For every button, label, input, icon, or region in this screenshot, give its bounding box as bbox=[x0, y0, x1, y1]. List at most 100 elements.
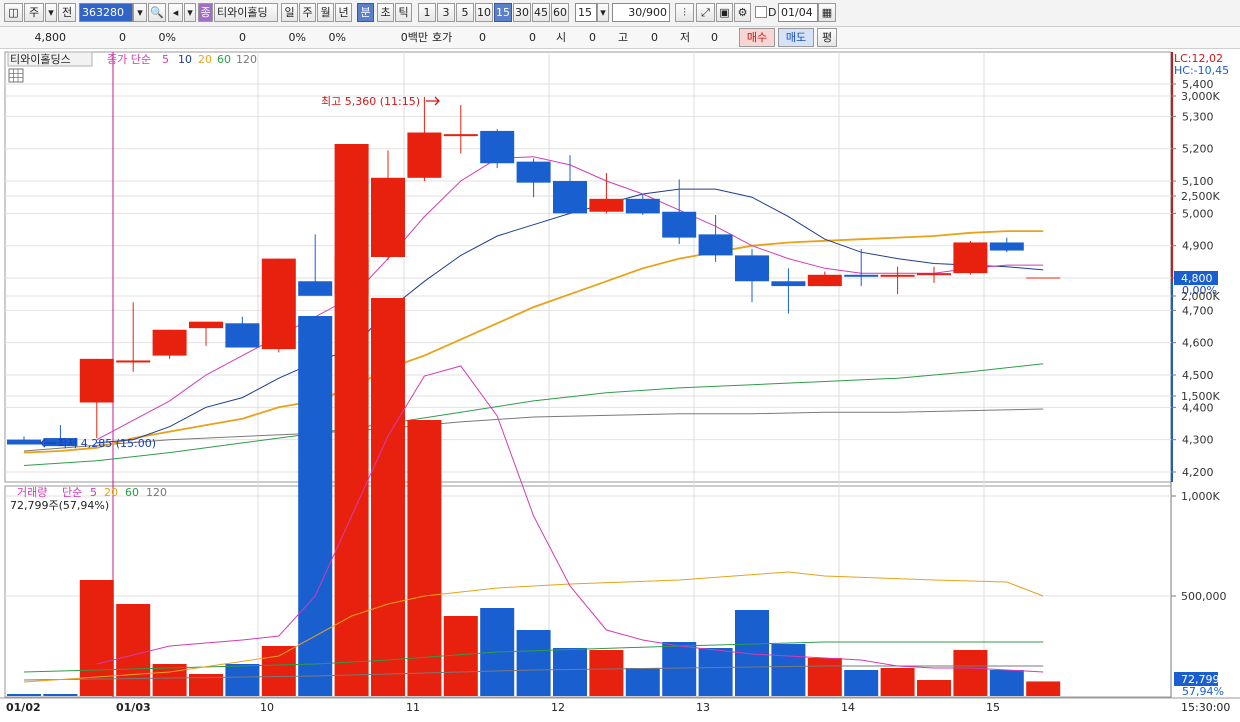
quote-change: 0 bbox=[119, 31, 126, 44]
quote-volume: 0백만 bbox=[400, 31, 428, 44]
candle-body bbox=[516, 161, 551, 183]
volume-bar bbox=[298, 316, 333, 696]
period-button-5[interactable]: 초 bbox=[377, 3, 394, 22]
period-button-4[interactable]: 분 bbox=[357, 3, 374, 22]
candle-body bbox=[953, 242, 988, 274]
interval-button-1[interactable]: 3 bbox=[437, 3, 455, 22]
volume-legend-series: 단순 bbox=[62, 486, 82, 499]
candle-body bbox=[443, 134, 478, 137]
chart-type-select[interactable]: 주 bbox=[24, 3, 44, 22]
candle-body bbox=[625, 198, 660, 214]
volume-info: 72,799주(57,94%) bbox=[10, 499, 109, 512]
hoga-value-1: 0 bbox=[479, 31, 486, 44]
sell-button[interactable]: 매도 bbox=[778, 28, 814, 47]
volume-bar bbox=[880, 668, 915, 696]
high-label: 고 bbox=[618, 31, 629, 44]
chart-layout-icon[interactable]: ◫ bbox=[4, 3, 23, 22]
volume-bar bbox=[917, 680, 951, 696]
crosshair-icon[interactable]: ⤢ bbox=[696, 3, 715, 22]
stock-chart[interactable]: 5,4005,3005,2005,1005,0004,9004,7004,600… bbox=[0, 49, 1240, 719]
legend-vma60: 60 bbox=[125, 486, 139, 499]
candle-body bbox=[261, 258, 296, 350]
volume-axis-label: 2,500K bbox=[1181, 190, 1220, 203]
price-axis-label: 4,200 bbox=[1182, 466, 1214, 479]
volume-bar bbox=[698, 648, 733, 696]
candle-body bbox=[116, 360, 151, 363]
buy-button[interactable]: 매수 bbox=[739, 28, 775, 47]
save-icon[interactable]: ▣ bbox=[716, 3, 733, 22]
chart-area[interactable]: 5,400 5,300 5,200 5,100 5,000 4,900 4,700 4,600… bbox=[0, 49, 1240, 719]
volume-bar bbox=[553, 648, 587, 696]
candle-body bbox=[989, 242, 1024, 251]
price-axis-label: 5,200 bbox=[1182, 143, 1214, 156]
volume-bar bbox=[334, 144, 369, 696]
d-checkbox[interactable] bbox=[755, 6, 767, 18]
interval-button-2[interactable]: 5 bbox=[456, 3, 474, 22]
high-annotation: 최고 5,360 (11:15) bbox=[321, 95, 420, 108]
stock-code-input[interactable]: 363280 bbox=[79, 3, 133, 22]
calendar-icon[interactable]: ▦ bbox=[818, 3, 836, 22]
candle-body bbox=[698, 234, 733, 256]
candle-body bbox=[844, 274, 879, 277]
interval-button-5[interactable]: 30 bbox=[513, 3, 531, 22]
interval-button-7[interactable]: 60 bbox=[551, 3, 569, 22]
sound-icon[interactable]: ◂ bbox=[168, 3, 183, 22]
open-value: 0 bbox=[589, 31, 596, 44]
quote-bar: 4,800 0 0% 0 0% 0% 0백만 호가 0 0 시 0 고 0 저 … bbox=[0, 27, 1240, 49]
stock-name-display[interactable]: 티와이홀딩 bbox=[214, 3, 278, 22]
volume-bar bbox=[261, 646, 296, 696]
x-axis-label: 01/02 bbox=[6, 701, 41, 714]
volume-bar bbox=[771, 644, 806, 696]
stock-badge: 종 bbox=[198, 3, 213, 22]
quote-rate-3: 0% bbox=[328, 31, 346, 44]
interval-button-0[interactable]: 1 bbox=[418, 3, 436, 22]
volume-bar bbox=[953, 650, 988, 696]
eval-button[interactable]: 평 bbox=[817, 28, 837, 47]
search-icon[interactable]: 🔍 bbox=[148, 3, 166, 22]
period-button-1[interactable]: 주 bbox=[299, 3, 316, 22]
volume-legend-name: 거래량 bbox=[17, 486, 47, 499]
candle-body bbox=[662, 211, 697, 238]
price-axis-label: 5,100 bbox=[1182, 175, 1214, 188]
interval-input[interactable]: 15 bbox=[575, 3, 597, 22]
period-button-0[interactable]: 일 bbox=[281, 3, 298, 22]
sound-dropdown-icon[interactable]: ▾ bbox=[184, 3, 196, 22]
volume-bar bbox=[407, 420, 442, 696]
count-input[interactable]: 30/900 bbox=[612, 3, 670, 22]
date-input[interactable]: 01/04 bbox=[778, 3, 818, 22]
current-volume-pct: 57,94% bbox=[1182, 685, 1224, 698]
period-button-2[interactable]: 월 bbox=[317, 3, 334, 22]
candle-body bbox=[407, 132, 442, 178]
hc-label: HC:-10,45 bbox=[1174, 64, 1229, 77]
table-icon[interactable] bbox=[8, 68, 24, 83]
low-label: 저 bbox=[680, 31, 691, 44]
gear-icon[interactable]: ⚙ bbox=[734, 3, 751, 22]
price-axis-label: 4,400 bbox=[1182, 401, 1214, 414]
x-axis-label: 14 bbox=[841, 701, 855, 714]
chart-type-dropdown-icon[interactable]: ▾ bbox=[45, 3, 57, 22]
price-axis-label: 4,300 bbox=[1182, 434, 1214, 447]
price-axis-label: 4,900 bbox=[1182, 240, 1214, 253]
interval-button-4[interactable]: 15 bbox=[494, 3, 512, 22]
volume-bar bbox=[844, 670, 879, 696]
legend-ma10: 10 bbox=[178, 53, 192, 66]
price-legend-name: 티와이홀딩스 bbox=[10, 53, 71, 66]
period-button-3[interactable]: 년 bbox=[335, 3, 352, 22]
candle-body bbox=[371, 177, 405, 258]
low-annotation: 최저 4,285 (15:00) bbox=[57, 437, 156, 450]
interval-dropdown-icon[interactable]: ▾ bbox=[597, 3, 609, 22]
candle-body bbox=[189, 321, 223, 329]
candle-settings-icon[interactable]: ⫶ bbox=[675, 3, 694, 22]
period-button-6[interactable]: 틱 bbox=[395, 3, 412, 22]
volume-bar bbox=[516, 630, 551, 696]
volume-bar bbox=[116, 604, 151, 696]
interval-button-3[interactable]: 10 bbox=[475, 3, 493, 22]
low-value: 0 bbox=[711, 31, 718, 44]
volume-axis-label: 1,000K bbox=[1181, 490, 1220, 503]
volume-bar bbox=[807, 658, 842, 696]
code-dropdown-icon[interactable]: ▾ bbox=[133, 3, 147, 22]
price-axis-label: 5,300 bbox=[1182, 110, 1214, 123]
volume-bar bbox=[662, 642, 697, 696]
prev-button[interactable]: 전 bbox=[58, 3, 76, 22]
interval-button-6[interactable]: 45 bbox=[532, 3, 550, 22]
